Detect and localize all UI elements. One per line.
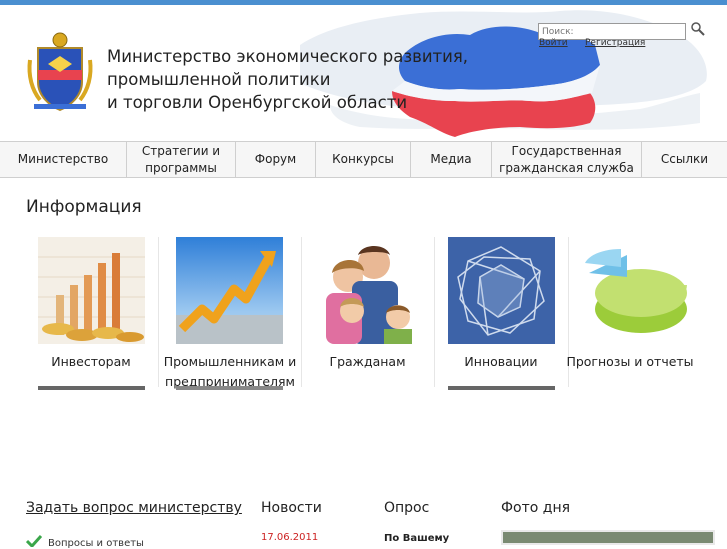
site-title: Министерство экономического развития, пр…: [107, 45, 468, 114]
photo-of-day-title: Фото дня: [501, 500, 571, 516]
nav-item-links[interactable]: Ссылки: [642, 142, 727, 177]
site-title-line: и торговли Оренбургской области: [107, 93, 408, 112]
tile-label-innovations[interactable]: Инновации: [436, 352, 566, 372]
section-title: Информация: [26, 197, 142, 217]
checkmark-icon: [26, 535, 42, 547]
nav-item-forum[interactable]: Форум: [236, 142, 316, 177]
site-title-line: Министерство экономического развития,: [107, 47, 469, 66]
main-nav: Министерство Стратегии и программы Форум…: [0, 141, 727, 178]
ask-question-link[interactable]: Задать вопрос министерству: [26, 500, 242, 516]
growth-arrow-icon[interactable]: [176, 237, 283, 344]
region-coat-of-arms-logo: [27, 32, 93, 112]
news-title: Новости: [261, 500, 322, 516]
search-icon[interactable]: [690, 21, 706, 37]
login-link[interactable]: Войти: [539, 38, 568, 48]
photo-of-day-image[interactable]: [501, 530, 715, 545]
nav-item-contests[interactable]: Конкурсы: [316, 142, 411, 177]
carousel-next-row: [38, 386, 145, 390]
tile-label-forecasts[interactable]: Прогнозы и отчеты: [566, 352, 694, 372]
poll-title: Опрос: [384, 500, 430, 516]
tile-separator: [434, 237, 435, 387]
carousel-next-row: [176, 386, 283, 390]
nav-item-strategies[interactable]: Стратегии и программы: [127, 142, 236, 177]
tile-separator: [301, 237, 302, 387]
tile-label-investors[interactable]: Инвесторам: [30, 352, 152, 372]
coins-chart-icon[interactable]: [38, 237, 145, 344]
qa-link[interactable]: Вопросы и ответы: [48, 538, 144, 549]
site-header: Министерство экономического развития, пр…: [0, 5, 727, 141]
register-link[interactable]: Регистрация: [585, 38, 645, 48]
nav-item-ministry[interactable]: Министерство: [0, 142, 127, 177]
poll-question: По Вашему: [384, 533, 450, 544]
tile-label-citizens[interactable]: Гражданам: [305, 352, 430, 372]
site-title-line: промышленной политики: [107, 70, 331, 89]
nav-item-civil-service[interactable]: Государственная гражданская служба: [492, 142, 642, 177]
carousel-next-row: [448, 386, 555, 390]
nav-item-media[interactable]: Медиа: [411, 142, 492, 177]
innovation-shape-icon[interactable]: [448, 237, 555, 344]
family-photo-icon[interactable]: [314, 237, 421, 344]
tile-separator: [158, 237, 159, 387]
news-date: 17.06.2011: [261, 532, 319, 543]
pie-chart-icon[interactable]: [581, 237, 688, 344]
